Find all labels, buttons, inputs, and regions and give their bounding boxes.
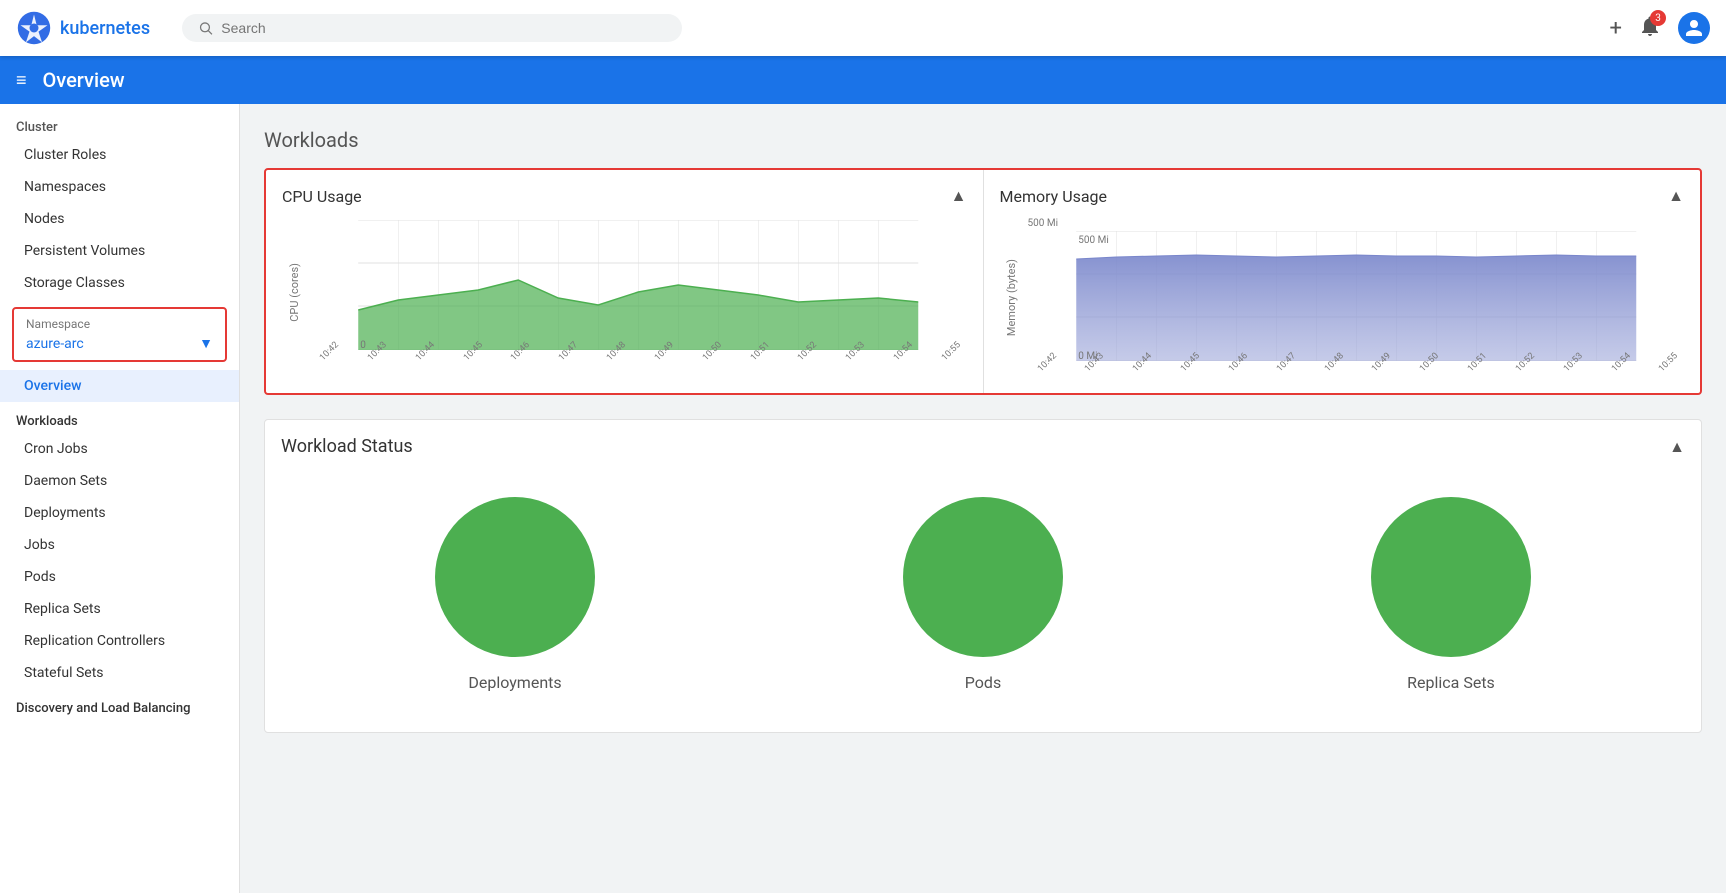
- memory-chart-header: Memory Usage ▲: [1000, 186, 1685, 206]
- main-layout: Cluster Cluster Roles Namespaces Nodes P…: [0, 104, 1726, 893]
- sidebar-item-replication-controllers[interactable]: Replication Controllers: [0, 625, 239, 657]
- section-header: ≡ Overview: [0, 56, 1726, 104]
- logo-text: kubernetes: [60, 18, 150, 39]
- cpu-chart-section: CPU Usage ▲ CPU (cores): [266, 170, 983, 393]
- namespace-label: Namespace: [26, 317, 213, 331]
- workload-status-panel: Workload Status ▲ Deployments Pods Repli…: [264, 419, 1702, 733]
- add-button[interactable]: +: [1610, 16, 1622, 41]
- notifications-button[interactable]: 3: [1638, 14, 1662, 42]
- search-bar[interactable]: [182, 14, 682, 42]
- namespace-value: azure-arc: [26, 336, 84, 352]
- cpu-chart-svg: 0: [310, 220, 967, 350]
- memory-x-labels: 10:42 10:43 10:44 10:45 10:46 10:47 10:4…: [1028, 367, 1685, 377]
- page-title: Workloads: [264, 128, 1702, 152]
- search-icon: [198, 20, 213, 36]
- deployments-status-item: Deployments: [435, 497, 595, 692]
- nav-actions: + 3: [1610, 12, 1710, 44]
- memory-chart-section: Memory Usage ▲ Memory (bytes) 500 Mi: [983, 170, 1701, 393]
- replica-sets-label: Replica Sets: [1407, 673, 1495, 692]
- sidebar-item-stateful-sets[interactable]: Stateful Sets: [0, 657, 239, 689]
- notification-badge: 3: [1650, 10, 1666, 26]
- replica-sets-status-item: Replica Sets: [1371, 497, 1531, 692]
- deployments-label: Deployments: [468, 673, 561, 692]
- status-panel-header: Workload Status ▲: [281, 436, 1685, 457]
- memory-chart-title: Memory Usage: [1000, 187, 1108, 206]
- sidebar-item-cluster-roles[interactable]: Cluster Roles: [0, 139, 239, 171]
- chevron-down-icon: ▼: [199, 335, 213, 352]
- sidebar-item-namespaces[interactable]: Namespaces: [0, 171, 239, 203]
- kubernetes-logo-icon: [16, 10, 52, 46]
- svg-text:500 Mi: 500 Mi: [1078, 235, 1109, 246]
- namespace-select[interactable]: azure-arc ▼: [26, 335, 213, 352]
- sidebar-item-overview[interactable]: Overview: [0, 370, 239, 402]
- section-title: Overview: [43, 68, 125, 92]
- sidebar-item-persistent-volumes[interactable]: Persistent Volumes: [0, 235, 239, 267]
- logo[interactable]: kubernetes: [16, 10, 150, 46]
- top-nav: kubernetes + 3: [0, 0, 1726, 56]
- workloads-section-label: Workloads: [0, 402, 239, 433]
- sidebar-item-pods[interactable]: Pods: [0, 561, 239, 593]
- content-area: Workloads CPU Usage ▲ CPU (cores): [240, 104, 1726, 893]
- status-circles: Deployments Pods Replica Sets: [281, 481, 1685, 716]
- memory-collapse-button[interactable]: ▲: [1668, 186, 1684, 206]
- sidebar-item-nodes[interactable]: Nodes: [0, 203, 239, 235]
- deployments-circle: [435, 497, 595, 657]
- sidebar: Cluster Cluster Roles Namespaces Nodes P…: [0, 104, 240, 893]
- sidebar-item-cron-jobs[interactable]: Cron Jobs: [0, 433, 239, 465]
- cpu-x-labels: 10:42 10:43 10:44 10:45 10:46 10:47 10:4…: [310, 356, 967, 366]
- pods-circle: [903, 497, 1063, 657]
- workload-status-title: Workload Status: [281, 436, 413, 457]
- memory-y-max: 500 Mi: [1028, 218, 1059, 229]
- sidebar-item-deployments[interactable]: Deployments: [0, 497, 239, 529]
- cpu-y-label: CPU (cores): [288, 263, 301, 322]
- pods-label: Pods: [965, 673, 1001, 692]
- sidebar-item-jobs[interactable]: Jobs: [0, 529, 239, 561]
- sidebar-item-daemon-sets[interactable]: Daemon Sets: [0, 465, 239, 497]
- memory-y-label: Memory (bytes): [1005, 259, 1018, 336]
- discovery-section-label: Discovery and Load Balancing: [0, 689, 239, 720]
- memory-chart-svg: 500 Mi 0 Mi: [1028, 231, 1685, 361]
- sidebar-item-storage-classes[interactable]: Storage Classes: [0, 267, 239, 299]
- cpu-chart-header: CPU Usage ▲: [282, 186, 967, 206]
- cpu-chart-title: CPU Usage: [282, 187, 362, 206]
- charts-panel: CPU Usage ▲ CPU (cores): [264, 168, 1702, 395]
- avatar-icon: [1684, 18, 1704, 38]
- search-input[interactable]: [221, 20, 666, 36]
- sidebar-item-replica-sets[interactable]: Replica Sets: [0, 593, 239, 625]
- cluster-section-label: Cluster: [0, 104, 239, 139]
- svg-text:0: 0: [360, 340, 366, 350]
- cpu-collapse-button[interactable]: ▲: [951, 186, 967, 206]
- replica-sets-circle: [1371, 497, 1531, 657]
- hamburger-icon[interactable]: ≡: [16, 70, 27, 91]
- namespace-box: Namespace azure-arc ▼: [12, 307, 227, 362]
- user-avatar[interactable]: [1678, 12, 1710, 44]
- status-collapse-button[interactable]: ▲: [1669, 437, 1685, 457]
- pods-status-item: Pods: [903, 497, 1063, 692]
